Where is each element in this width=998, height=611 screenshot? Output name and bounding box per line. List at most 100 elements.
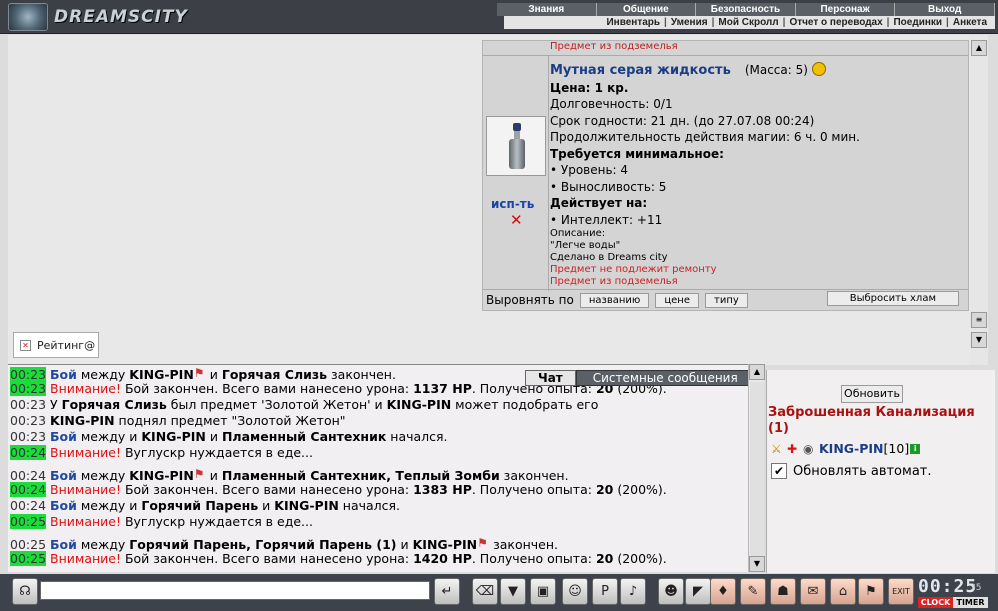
- auto-refresh-checkbox[interactable]: ✔: [771, 463, 787, 479]
- subnav-transfer-report[interactable]: Отчет о переводах: [785, 16, 886, 29]
- music-icon[interactable]: ♪: [620, 578, 646, 605]
- info-icon[interactable]: i: [910, 443, 921, 454]
- chat-name[interactable]: Горячий Парень, Горячий Парень (1): [129, 537, 396, 552]
- battle-link[interactable]: Бой: [50, 429, 77, 444]
- chat-timestamp[interactable]: 00:23: [10, 413, 46, 428]
- nav-character[interactable]: Персонаж: [795, 3, 896, 16]
- chat-name[interactable]: Пламенный Сантехник: [222, 429, 386, 444]
- use-item-link[interactable]: исп-ть: [491, 197, 534, 211]
- battle-link[interactable]: Бой: [50, 468, 77, 483]
- exit-icon[interactable]: EXIT: [888, 578, 914, 605]
- item-name[interactable]: Мутная серая жидкость: [550, 63, 731, 78]
- chat-text: поднял предмет "Золотой Жетон": [114, 413, 346, 428]
- subnav-inventory[interactable]: Инвентарь: [602, 16, 664, 29]
- scroll-up-icon[interactable]: ▲: [971, 40, 987, 56]
- chat-name[interactable]: 1137 HP: [413, 381, 472, 396]
- chat-timestamp[interactable]: 00:24: [10, 445, 47, 460]
- bottle-icon-button[interactable]: ♦: [710, 578, 736, 605]
- chat-scroll-up-icon[interactable]: ▲: [749, 364, 765, 380]
- eraser-icon[interactable]: ⌫: [472, 578, 498, 605]
- chat-name[interactable]: KING-PIN: [129, 468, 194, 483]
- player-name[interactable]: KING-PIN: [819, 441, 884, 456]
- auto-refresh-row: ✔ Обновлять автомат.: [771, 463, 932, 479]
- chat-name[interactable]: 1383 HP: [413, 482, 472, 497]
- chat-timestamp[interactable]: 00:23: [10, 429, 46, 444]
- nav-security[interactable]: Безопасность: [696, 3, 796, 16]
- subnav-duels[interactable]: Поединки: [889, 16, 946, 29]
- chat-name[interactable]: Горячий Парень: [141, 498, 258, 513]
- save-icon[interactable]: ▣: [530, 578, 556, 605]
- chat-scroll-track[interactable]: [750, 382, 764, 558]
- lock-icon[interactable]: ⌂: [830, 578, 856, 605]
- sort-row: Выровнять по названию цене типу Выбросит…: [483, 289, 968, 311]
- chat-scrollbar[interactable]: ▲ ▼: [748, 364, 765, 572]
- chat-name[interactable]: KING-PIN: [274, 498, 339, 513]
- nav-exit[interactable]: Выход: [895, 3, 995, 16]
- clock-button[interactable]: CLOCK: [918, 597, 953, 608]
- smiley-icon[interactable]: ☻: [658, 578, 684, 605]
- chat-name[interactable]: 1420 HP: [413, 551, 472, 566]
- warning-label: Внимание!: [50, 381, 121, 396]
- battle-link[interactable]: Бой: [50, 367, 77, 382]
- scroll-down-icon[interactable]: ▼: [971, 332, 987, 348]
- map-icon[interactable]: ✎: [740, 578, 766, 605]
- sort-by-type-button[interactable]: типу: [705, 292, 748, 308]
- sort-by-name-button[interactable]: названию: [579, 292, 650, 308]
- chat-timestamp[interactable]: 00:25: [10, 537, 46, 552]
- chat-timestamp[interactable]: 00:23: [10, 381, 47, 396]
- character-icon[interactable]: ☗: [770, 578, 796, 605]
- chat-timestamp[interactable]: 00:23: [10, 397, 46, 412]
- battle-link[interactable]: Бой: [50, 537, 77, 552]
- refresh-button[interactable]: Обновить: [841, 385, 903, 403]
- discard-junk-button[interactable]: Выбросить хлам: [826, 291, 959, 306]
- chat-name[interactable]: Горячая Слизь: [222, 367, 327, 382]
- scroll-thumb[interactable]: ≡: [971, 312, 987, 328]
- filter-icon[interactable]: ▼: [500, 578, 526, 605]
- main-scrollbar[interactable]: ▲ ≡ ▼: [970, 35, 988, 365]
- private-log-icon[interactable]: P: [592, 578, 618, 605]
- rating-widget[interactable]: ✕ Рейтинг@: [13, 332, 99, 358]
- chat-name[interactable]: KING-PIN: [50, 413, 115, 428]
- delete-icon[interactable]: ✕: [510, 211, 523, 229]
- logo[interactable]: DREAMSCITY: [8, 3, 188, 31]
- subnav-profile[interactable]: Анкета: [949, 16, 991, 29]
- chat-line: 00:25 Внимание! Бой закончен. Всего вами…: [10, 551, 746, 567]
- chat-timestamp[interactable]: 00:25: [10, 551, 47, 566]
- tab-chat[interactable]: Чат: [525, 370, 576, 386]
- tab-system-messages[interactable]: Системные сообщения: [575, 370, 755, 386]
- subnav-skills[interactable]: Умения: [667, 16, 712, 29]
- chat-name[interactable]: Горячая Слизь: [62, 397, 167, 412]
- chat-timestamp[interactable]: 00:24: [10, 482, 47, 497]
- nav-knowledge[interactable]: Знания: [497, 3, 597, 16]
- timer-button[interactable]: TIMER: [953, 597, 988, 608]
- chat-name[interactable]: KING-PIN: [141, 429, 206, 444]
- scroll-icon[interactable]: ✉: [800, 578, 826, 605]
- chat-timestamp[interactable]: 00:23: [10, 367, 47, 382]
- eye-icon[interactable]: ◉: [803, 442, 817, 456]
- person-icon[interactable]: ☺: [562, 578, 588, 605]
- chat-input[interactable]: [40, 581, 430, 600]
- item-image[interactable]: [486, 116, 546, 176]
- chat-name[interactable]: 20: [596, 482, 613, 497]
- subnav-my-scroll[interactable]: Мой Скролл: [714, 16, 782, 29]
- chat-name[interactable]: Пламенный Сантехник, Теплый Зомби: [222, 468, 500, 483]
- chat-name[interactable]: KING-PIN: [129, 367, 194, 382]
- chat-name[interactable]: 20: [596, 551, 613, 566]
- req-level: • Уровень: 4: [550, 163, 629, 177]
- battle-link[interactable]: Бой: [50, 498, 77, 513]
- chat-scroll-down-icon[interactable]: ▼: [749, 556, 765, 572]
- chat-timestamp[interactable]: 00:25: [10, 514, 47, 529]
- chat-timestamp[interactable]: 00:24: [10, 468, 46, 483]
- send-icon[interactable]: ↵: [434, 578, 460, 605]
- speaker-icon[interactable]: ☊: [12, 578, 38, 605]
- warning-label: Внимание!: [50, 514, 121, 529]
- chat-name[interactable]: KING-PIN: [413, 537, 478, 552]
- attack-icon[interactable]: ⚔: [771, 442, 785, 456]
- nav-communication[interactable]: Общение: [596, 3, 697, 16]
- flag-icon[interactable]: ⚑: [858, 578, 884, 605]
- chat-timestamp[interactable]: 00:24: [10, 498, 46, 513]
- effect-intellect: • Интеллект: +11: [550, 212, 663, 227]
- sort-by-price-button[interactable]: цене: [655, 292, 699, 308]
- arrow-icon[interactable]: ◤: [685, 578, 711, 605]
- chat-name[interactable]: KING-PIN: [387, 397, 452, 412]
